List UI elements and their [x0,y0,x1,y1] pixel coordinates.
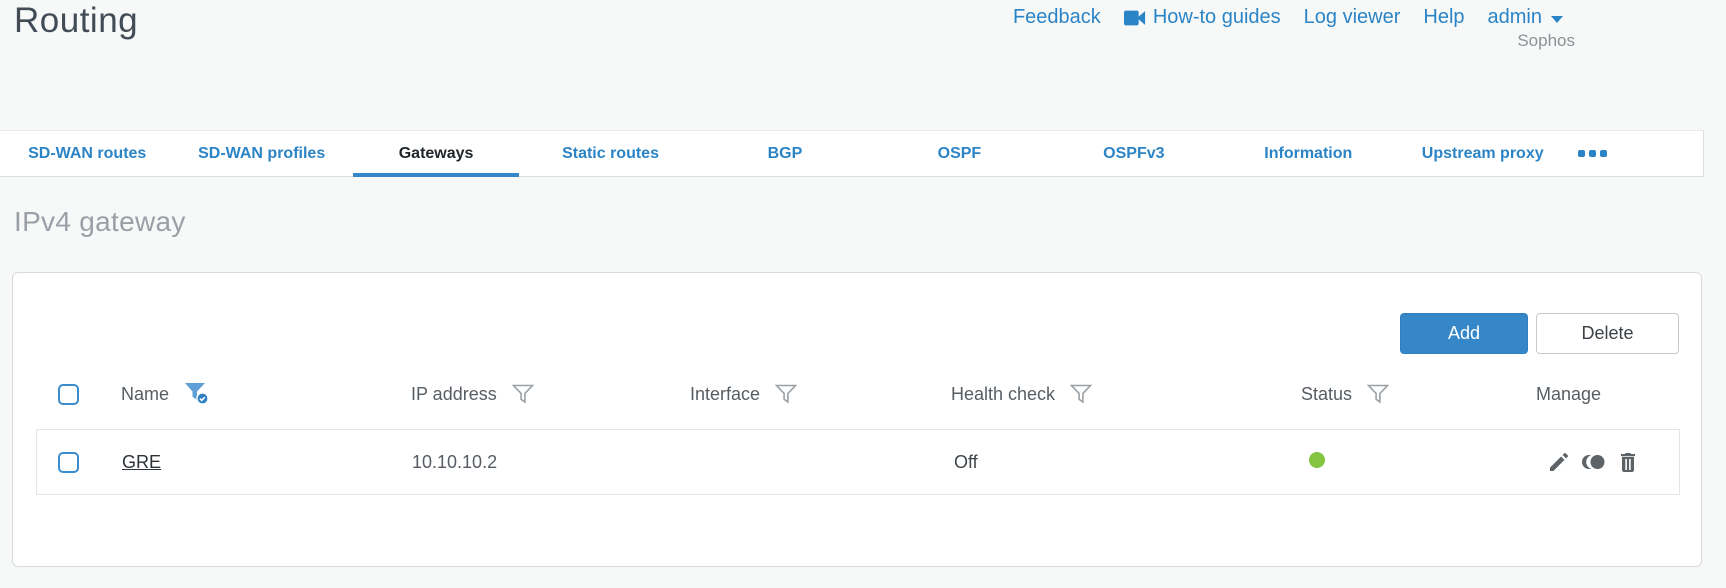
gateway-card: Add Delete Name IP address Interface Hea… [12,272,1702,567]
filter-active-icon[interactable] [184,382,211,406]
section-heading: IPv4 gateway [14,206,186,237]
howto-guides-label: How-to guides [1152,6,1281,28]
card-toolbar: Add Delete [1400,313,1679,354]
tab-ospfv3[interactable]: OSPFv3 [1047,131,1221,176]
row-checkbox[interactable] [58,451,79,473]
chevron-down-icon [1551,15,1563,23]
log-viewer-link[interactable]: Log viewer [1304,6,1401,29]
edit-icon[interactable] [1547,450,1571,474]
table-header-row: Name IP address Interface Health check S… [36,359,1680,429]
filter-icon[interactable] [511,384,534,404]
add-button[interactable]: Add [1400,313,1528,354]
delete-button[interactable]: Delete [1536,313,1679,354]
help-label: Help [1423,6,1465,28]
user-menu[interactable]: admin [1488,6,1563,29]
tabs: SD-WAN routes SD-WAN profiles Gateways S… [0,131,1570,177]
column-header-name: Name [121,383,170,404]
column-header-ip-address: IP address [411,383,497,404]
tab-upstream-proxy[interactable]: Upstream proxy [1396,131,1570,176]
video-camera-icon [1123,10,1146,26]
status-dot [1309,451,1325,468]
tab-ospf[interactable]: OSPF [872,131,1046,176]
tab-sdwan-profiles[interactable]: SD-WAN profiles [174,131,348,176]
tab-gateways[interactable]: Gateways [349,131,523,177]
tab-bar: SD-WAN routes SD-WAN profiles Gateways S… [0,130,1704,177]
top-nav-links: Feedback How-to guides Log viewer Help a… [1013,6,1563,29]
filter-icon[interactable] [1070,384,1093,404]
user-menu-label: admin [1487,6,1542,28]
howto-guides-link[interactable]: How-to guides [1123,6,1281,29]
tab-sdwan-routes[interactable]: SD-WAN routes [0,131,174,176]
more-tabs-button[interactable] [1570,131,1615,176]
tab-information[interactable]: Information [1221,131,1395,176]
feedback-label: Feedback [1012,6,1101,28]
gateway-table: Name IP address Interface Health check S… [36,359,1680,495]
top-bar: Routing Feedback How-to guides Log viewe… [0,0,1726,130]
tab-bgp[interactable]: BGP [698,131,872,176]
help-link[interactable]: Help [1423,6,1464,29]
manage-actions [1537,450,1679,474]
column-header-status: Status [1301,383,1353,404]
select-all-checkbox[interactable] [58,383,79,405]
filter-icon[interactable] [1367,384,1390,404]
ip-address-value: 10.10.10.2 [412,451,498,472]
column-header-health-check: Health check [951,383,1056,404]
log-viewer-label: Log viewer [1303,6,1401,28]
tab-static-routes[interactable]: Static routes [523,131,697,176]
feedback-link[interactable]: Feedback [1013,6,1101,29]
health-check-value: Off [954,451,978,472]
delete-icon[interactable] [1616,450,1640,474]
column-header-interface: Interface [690,383,761,404]
page-title: Routing [14,1,139,40]
column-header-manage: Manage [1536,383,1602,404]
brand-label: Sophos [1517,31,1575,50]
table-row: GRE 10.10.10.2 Off [36,429,1680,495]
gateway-name-link[interactable]: GRE [122,452,161,472]
ellipsis-icon [1578,150,1585,157]
filter-icon[interactable] [775,384,798,404]
clone-icon[interactable] [1580,450,1607,474]
